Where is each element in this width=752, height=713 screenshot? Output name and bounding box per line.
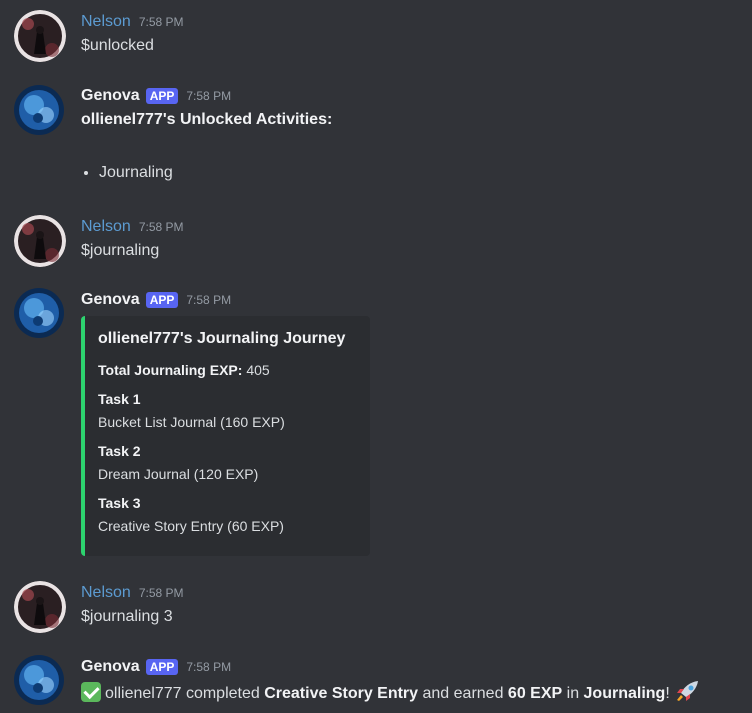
task-desc: Bucket List Journal (160 EXP) — [98, 414, 285, 430]
timestamp: 7:58 PM — [186, 660, 232, 674]
nelson-avatar[interactable] — [14, 581, 66, 633]
author-name[interactable]: Nelson — [81, 13, 131, 31]
author-name[interactable]: Genova — [81, 658, 140, 676]
completion-part: ! — [665, 685, 670, 702]
completion-text: ollienel777 completed Creative Story Ent… — [81, 680, 700, 709]
message-header: Genova APP 7:58 PM — [81, 657, 231, 677]
task-label: Task 2 — [98, 443, 141, 459]
task-desc: Creative Story Entry (60 EXP) — [98, 518, 284, 534]
genova-avatar[interactable] — [14, 288, 64, 338]
completion-part: in — [562, 685, 584, 702]
genova-avatar[interactable] — [14, 85, 64, 135]
timestamp: 7:58 PM — [138, 220, 184, 234]
message-header: Genova APP 7:58 PM — [81, 290, 231, 310]
completion-part: and earned — [418, 685, 508, 702]
timestamp: 7:58 PM — [186, 293, 232, 307]
message-header: Nelson 7:58 PM — [81, 583, 184, 603]
check-mark-icon — [81, 682, 101, 702]
total-exp-label: Total Journaling EXP: — [98, 362, 243, 378]
timestamp: 7:58 PM — [186, 89, 232, 103]
nelson-avatar[interactable] — [14, 10, 66, 62]
unlocked-heading: ollienel777's Unlocked Activities: — [81, 111, 333, 128]
journey-embed: ollienel777's Journaling Journey Total J… — [81, 316, 370, 556]
rocket-icon — [674, 680, 700, 709]
author-name[interactable]: Genova — [81, 291, 140, 309]
list-item: Journaling — [99, 164, 173, 182]
author-name[interactable]: Genova — [81, 87, 140, 105]
timestamp: 7:58 PM — [138, 15, 184, 29]
app-badge: APP — [145, 88, 179, 104]
nelson-avatar[interactable] — [14, 215, 66, 267]
message-header: Nelson 7:58 PM — [81, 12, 184, 32]
message-content: $journaling 3 — [81, 608, 173, 625]
total-exp-value: 405 — [246, 362, 270, 378]
task-desc: Dream Journal (120 EXP) — [98, 466, 259, 482]
total-exp-line: Total Journaling EXP: 405 — [98, 362, 270, 378]
message-header: Nelson 7:58 PM — [81, 217, 184, 237]
timestamp: 7:58 PM — [138, 586, 184, 600]
embed-title: ollienel777's Journaling Journey — [98, 330, 346, 347]
author-name[interactable]: Nelson — [81, 584, 131, 602]
task-label: Task 3 — [98, 495, 141, 511]
author-name[interactable]: Nelson — [81, 218, 131, 236]
app-badge: APP — [145, 292, 179, 308]
completion-part: ollienel777 completed — [105, 685, 265, 702]
activity-list: Journaling — [81, 164, 173, 182]
activity-name: Journaling — [583, 685, 666, 702]
genova-avatar[interactable] — [14, 655, 64, 705]
completed-task-name: Creative Story Entry — [264, 685, 419, 702]
app-badge: APP — [145, 659, 179, 675]
message-content: $journaling — [81, 242, 160, 259]
task-label: Task 1 — [98, 391, 141, 407]
earned-exp: 60 EXP — [507, 685, 563, 702]
message-header: Genova APP 7:58 PM — [81, 86, 231, 106]
message-content: $unlocked — [81, 37, 154, 54]
